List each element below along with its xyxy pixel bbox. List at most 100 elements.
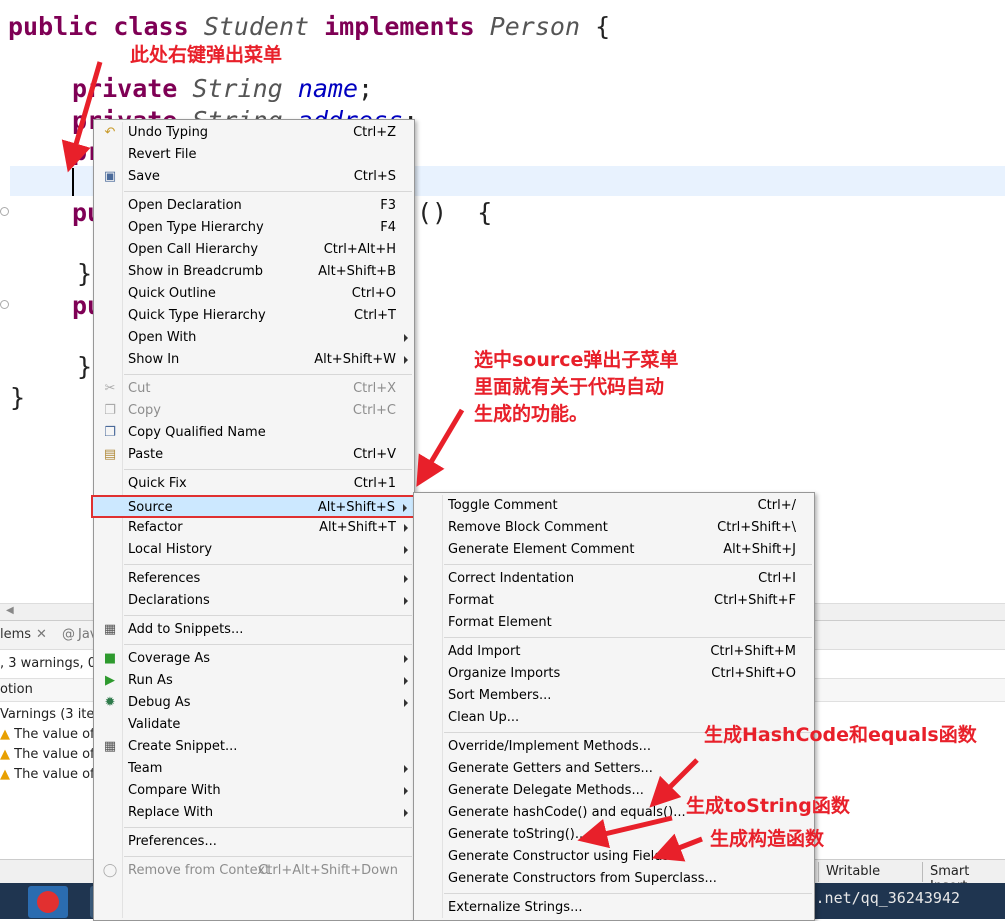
scroll-left-icon[interactable]: ◀ <box>6 605 14 616</box>
menu-item-declarations[interactable]: Declarations <box>94 590 414 612</box>
menu-item-quick-outline[interactable]: Quick Outline Ctrl+O <box>94 283 414 305</box>
submenu-arrow-icon <box>404 597 408 605</box>
annotation-source-line-2: 里面就有关于代码自动 <box>474 376 665 398</box>
menu-separator <box>124 469 412 470</box>
annotation-source-line-1: 选中source弹出子菜单 <box>474 349 679 371</box>
menu-item-replace-with[interactable]: Replace With <box>94 802 414 824</box>
submenu-arrow-icon <box>404 334 408 342</box>
menu-item-paste[interactable]: ▤ Paste Ctrl+V <box>94 444 414 466</box>
submenu-item-format[interactable]: Format Ctrl+Shift+F <box>414 590 814 612</box>
submenu-item-generate-getters-setters[interactable]: Generate Getters and Setters... <box>414 758 814 780</box>
menu-item-debug-as[interactable]: ✹ Debug As <box>94 692 414 714</box>
source-submenu: Toggle Comment Ctrl+/ Remove Block Commen… <box>413 492 815 921</box>
submenu-item-format-element[interactable]: Format Element <box>414 612 814 634</box>
code-line-6: } <box>77 259 93 288</box>
submenu-arrow-icon <box>404 356 408 364</box>
submenu-arrow-icon <box>404 809 408 817</box>
submenu-item-sort-members[interactable]: Sort Members... <box>414 685 814 707</box>
submenu-item-remove-block-comment[interactable]: Remove Block Comment Ctrl+Shift+\ <box>414 517 814 539</box>
menu-item-quick-fix[interactable]: Quick Fix Ctrl+1 <box>94 473 414 495</box>
close-icon[interactable]: ✕ <box>36 627 47 642</box>
submenu-arrow-icon <box>404 787 408 795</box>
menu-item-copy-qualified-name[interactable]: ❐ Copy Qualified Name <box>94 422 414 444</box>
menu-item-references[interactable]: References <box>94 568 414 590</box>
menu-item-show-in-breadcrumb[interactable]: Show in Breadcrumb Alt+Shift+B <box>94 261 414 283</box>
menu-separator <box>124 615 412 616</box>
menu-item-create-snippet[interactable]: ▦ Create Snippet... <box>94 736 414 758</box>
submenu-arrow-icon <box>404 524 408 532</box>
taskbar-app-icon[interactable] <box>28 886 68 918</box>
submenu-item-externalize-strings[interactable]: Externalize Strings... <box>414 897 814 919</box>
submenu-arrow-icon <box>404 655 408 663</box>
menu-separator <box>124 856 412 857</box>
menu-item-source[interactable]: Source Alt+Shift+S <box>91 495 417 518</box>
menu-item-save[interactable]: ▣ Save Ctrl+S <box>94 166 414 188</box>
fold-marker-icon[interactable] <box>0 300 9 309</box>
status-writable: Writable <box>826 864 881 879</box>
menu-separator <box>124 827 412 828</box>
debug-icon: ✹ <box>104 695 116 710</box>
submenu-arrow-icon <box>404 575 408 583</box>
warning-icon: ▲ <box>0 727 10 742</box>
menu-item-add-to-snippets[interactable]: ▦ Add to Snippets... <box>94 619 414 641</box>
paste-icon: ▤ <box>103 447 117 462</box>
menu-separator <box>444 637 812 638</box>
menu-item-team[interactable]: Team <box>94 758 414 780</box>
menu-item-show-in[interactable]: Show In Alt+Shift+W <box>94 349 414 371</box>
code-line-1: public class Student implements Person { <box>8 12 611 41</box>
submenu-item-correct-indentation[interactable]: Correct Indentation Ctrl+I <box>414 568 814 590</box>
submenu-arrow-icon <box>404 546 408 554</box>
code-line-8: } <box>77 352 93 381</box>
warnings-group[interactable]: Varnings (3 item <box>0 707 107 722</box>
coverage-icon: ■ <box>103 651 117 666</box>
menu-separator <box>124 564 412 565</box>
submenu-item-toggle-comment[interactable]: Toggle Comment Ctrl+/ <box>414 495 814 517</box>
javadoc-icon: @ <box>62 627 75 642</box>
status-divider <box>922 862 923 882</box>
annotation-right-click: 此处右键弹出菜单 <box>130 44 283 66</box>
menu-separator <box>444 564 812 565</box>
menu-item-revert-file[interactable]: Revert File <box>94 144 414 166</box>
code-line-5-rest: () { <box>417 198 493 227</box>
annotation-source-line-3: 生成的功能。 <box>474 403 589 425</box>
menu-item-open-with[interactable]: Open With <box>94 327 414 349</box>
submenu-item-organize-imports[interactable]: Organize Imports Ctrl+Shift+O <box>414 663 814 685</box>
annotation-constructor: 生成构造函数 <box>710 828 825 850</box>
context-menu: ↶ Undo Typing Ctrl+Z Revert File ▣ Save Ctrl… <box>91 119 417 921</box>
submenu-arrow-icon <box>404 677 408 685</box>
warning-icon: ▲ <box>0 767 10 782</box>
menu-separator <box>124 191 412 192</box>
tab-problems[interactable]: lems <box>0 627 31 642</box>
menu-item-preferences[interactable]: Preferences... <box>94 831 414 853</box>
annotation-hashcode: 生成HashCode和equals函数 <box>704 724 977 746</box>
submenu-item-generate-element-comment[interactable]: Generate Element Comment Alt+Shift+J <box>414 539 814 561</box>
annotation-tostring: 生成toString函数 <box>686 795 850 817</box>
create-snippet-icon: ▦ <box>103 739 117 754</box>
remove-context-icon: ◯ <box>102 863 118 878</box>
submenu-arrow-icon <box>404 699 408 707</box>
menu-item-local-history[interactable]: Local History <box>94 539 414 561</box>
menu-item-open-declaration[interactable]: Open Declaration F3 <box>94 195 414 217</box>
submenu-item-generate-constructors-superclass[interactable]: Generate Constructors from Superclass... <box>414 868 814 890</box>
menu-separator <box>124 374 412 375</box>
menu-item-undo-typing[interactable]: ↶ Undo Typing Ctrl+Z <box>94 122 414 144</box>
menu-separator <box>444 893 812 894</box>
menu-item-cut[interactable]: ✂ Cut Ctrl+X <box>94 378 414 400</box>
menu-item-refactor[interactable]: Refactor Alt+Shift+T <box>94 517 414 539</box>
menu-item-open-type-hierarchy[interactable]: Open Type Hierarchy F4 <box>94 217 414 239</box>
menu-item-quick-type-hierarchy[interactable]: Quick Type Hierarchy Ctrl+T <box>94 305 414 327</box>
menu-item-validate[interactable]: Validate <box>94 714 414 736</box>
copy-icon: ❐ <box>104 403 116 418</box>
menu-item-coverage-as[interactable]: ■ Coverage As <box>94 648 414 670</box>
fold-marker-icon[interactable] <box>0 207 9 216</box>
menu-item-open-call-hierarchy[interactable]: Open Call Hierarchy Ctrl+Alt+H <box>94 239 414 261</box>
copy-qualified-name-icon: ❐ <box>104 425 116 440</box>
snippet-icon: ▦ <box>103 622 117 637</box>
menu-item-compare-with[interactable]: Compare With <box>94 780 414 802</box>
submenu-item-add-import[interactable]: Add Import Ctrl+Shift+M <box>414 641 814 663</box>
warning-icon: ▲ <box>0 747 10 762</box>
menu-item-copy[interactable]: ❐ Copy Ctrl+C <box>94 400 414 422</box>
menu-item-remove-from-context[interactable]: ◯ Remove from Context Ctrl+Alt+Shift+Down <box>94 860 414 882</box>
save-icon: ▣ <box>103 169 117 184</box>
menu-item-run-as[interactable]: ▶ Run As <box>94 670 414 692</box>
